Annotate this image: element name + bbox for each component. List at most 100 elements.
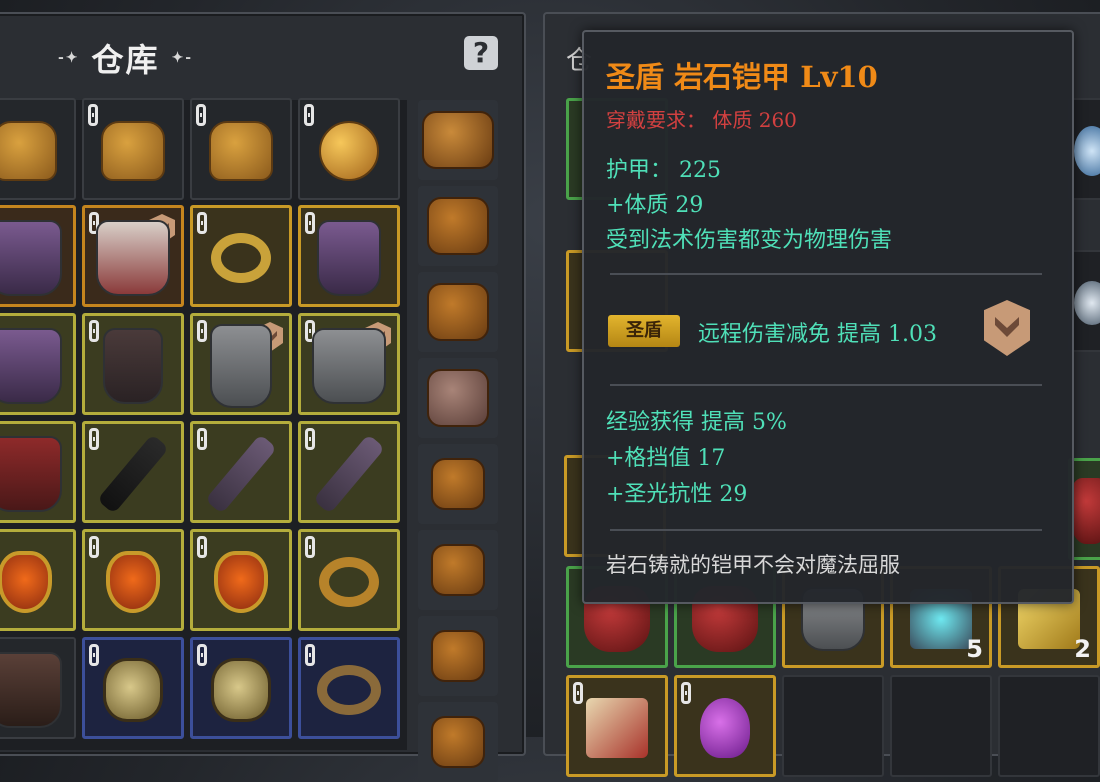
- crystal-item-icon: [1074, 125, 1100, 176]
- inventory-slot[interactable]: [998, 675, 1100, 777]
- warehouse-slot[interactable]: [298, 421, 400, 523]
- lock-icon: [305, 536, 315, 558]
- lock-icon: [304, 104, 314, 126]
- armor-item-icon: [96, 219, 170, 296]
- lock-icon: [681, 682, 691, 704]
- stat-constitution: +体质 29: [606, 193, 704, 218]
- stack-count: 5: [966, 635, 983, 663]
- warehouse-slot[interactable]: [82, 205, 184, 307]
- lock-icon: [197, 536, 207, 558]
- lock-icon: [89, 536, 99, 558]
- set-bonus: 远程伤害减免 提高 1.03: [698, 322, 937, 347]
- backpack-icon: [431, 630, 485, 682]
- gloves-item-icon: [1071, 477, 1100, 544]
- backpack-icon: [427, 197, 489, 255]
- inventory-slot[interactable]: [674, 675, 776, 777]
- item-name: 圣盾 岩石铠甲 Lv10: [606, 60, 878, 94]
- lock-icon: [573, 682, 583, 704]
- warehouse-slot[interactable]: [82, 313, 184, 415]
- lock-icon: [197, 320, 207, 342]
- warehouse-slot[interactable]: [190, 313, 292, 415]
- bag-tab-slot[interactable]: [418, 358, 498, 438]
- bag-tab-slot[interactable]: [418, 100, 498, 180]
- stat-exp-bonus: 经验获得 提高 5%: [606, 410, 787, 435]
- warehouse-slot[interactable]: [298, 98, 400, 200]
- equip-requirement: 穿戴要求： 体质 260: [606, 108, 797, 132]
- stat-block: +格挡值 17: [606, 446, 726, 471]
- bracelet-item-icon: [317, 664, 381, 715]
- warehouse-slot[interactable]: [298, 205, 400, 307]
- bag-tab-slot[interactable]: [418, 444, 498, 524]
- backpack-icon: [431, 716, 485, 768]
- warehouse-slot[interactable]: [0, 205, 76, 307]
- armor-item-icon: [0, 327, 62, 404]
- amulet-item-icon: [214, 550, 268, 613]
- backpack-icon: [431, 544, 485, 596]
- axe-item-icon: [204, 433, 278, 514]
- amulet-item-icon: [106, 550, 160, 613]
- warehouse-slot[interactable]: [82, 98, 184, 200]
- bag-tab-slot[interactable]: [418, 186, 498, 266]
- warehouse-slot[interactable]: [82, 529, 184, 631]
- warehouse-slot[interactable]: [190, 421, 292, 523]
- backpack-item-icon: [101, 120, 165, 181]
- set-badge: 圣盾: [608, 315, 680, 347]
- bag-tab-slot[interactable]: [418, 616, 498, 696]
- shield-rank-icon: [984, 300, 1030, 356]
- lock-icon: [305, 644, 315, 666]
- lock-icon: [197, 644, 207, 666]
- bag-tab-slot[interactable]: [418, 272, 498, 352]
- axe-item-icon: [312, 433, 386, 514]
- lock-icon: [305, 212, 315, 234]
- backpack-item-icon: [0, 120, 57, 181]
- lock-icon: [88, 104, 98, 126]
- title-deco-left: -✦: [58, 50, 80, 66]
- sword-item-icon: [96, 433, 170, 514]
- warehouse-slot[interactable]: [298, 313, 400, 415]
- backpack-icon: [422, 111, 494, 169]
- bag-tab-slot[interactable]: [418, 702, 498, 782]
- flavor-text: 岩石铸就的铠甲不会对魔法屈服: [606, 553, 900, 577]
- backpack-icon: [427, 369, 489, 427]
- potion-item-icon: [700, 697, 750, 758]
- inventory-slot[interactable]: [782, 675, 884, 777]
- warehouse-slot[interactable]: [0, 637, 76, 739]
- orb-item-icon: [1074, 280, 1100, 325]
- inventory-slot[interactable]: [890, 675, 992, 777]
- lock-icon: [89, 428, 99, 450]
- stat-special-effect: 受到法术伤害都变为物理伤害: [606, 228, 893, 253]
- warehouse-slot[interactable]: [82, 421, 184, 523]
- lock-icon: [196, 104, 206, 126]
- armor-item-icon: [0, 435, 62, 512]
- necklace-item-icon: [103, 657, 163, 722]
- ring-item-icon: [319, 556, 379, 607]
- backpack-icon: [431, 458, 485, 510]
- warehouse-slot[interactable]: [0, 98, 76, 200]
- warehouse-slot[interactable]: [0, 421, 76, 523]
- bag-tab-slot[interactable]: [418, 530, 498, 610]
- armor-item-icon: [0, 219, 62, 296]
- title-deco-right: ✦-: [171, 50, 194, 66]
- help-icon[interactable]: ?: [464, 36, 498, 70]
- warehouse-slot[interactable]: [190, 529, 292, 631]
- stack-count: 2: [1074, 635, 1091, 663]
- warehouse-slot[interactable]: [190, 205, 292, 307]
- warehouse-slot[interactable]: [82, 637, 184, 739]
- necklace-item-icon: [211, 657, 271, 722]
- warehouse-slot[interactable]: [190, 98, 292, 200]
- lock-icon: [305, 428, 315, 450]
- ring-item-icon: [211, 232, 271, 283]
- boots-item-icon: [317, 219, 381, 296]
- warehouse-slot[interactable]: [298, 637, 400, 739]
- warehouse-slot[interactable]: [0, 313, 76, 415]
- lock-icon: [197, 212, 207, 234]
- lock-icon: [197, 428, 207, 450]
- warehouse-slot[interactable]: [298, 529, 400, 631]
- warehouse-slot[interactable]: [0, 529, 76, 631]
- helmet-item-icon: [210, 323, 272, 408]
- inventory-slot[interactable]: [566, 675, 668, 777]
- warehouse-slot[interactable]: [190, 637, 292, 739]
- amulet-item-icon: [0, 550, 52, 613]
- armor-item-icon: [0, 651, 62, 728]
- backpack-icon: [427, 283, 489, 341]
